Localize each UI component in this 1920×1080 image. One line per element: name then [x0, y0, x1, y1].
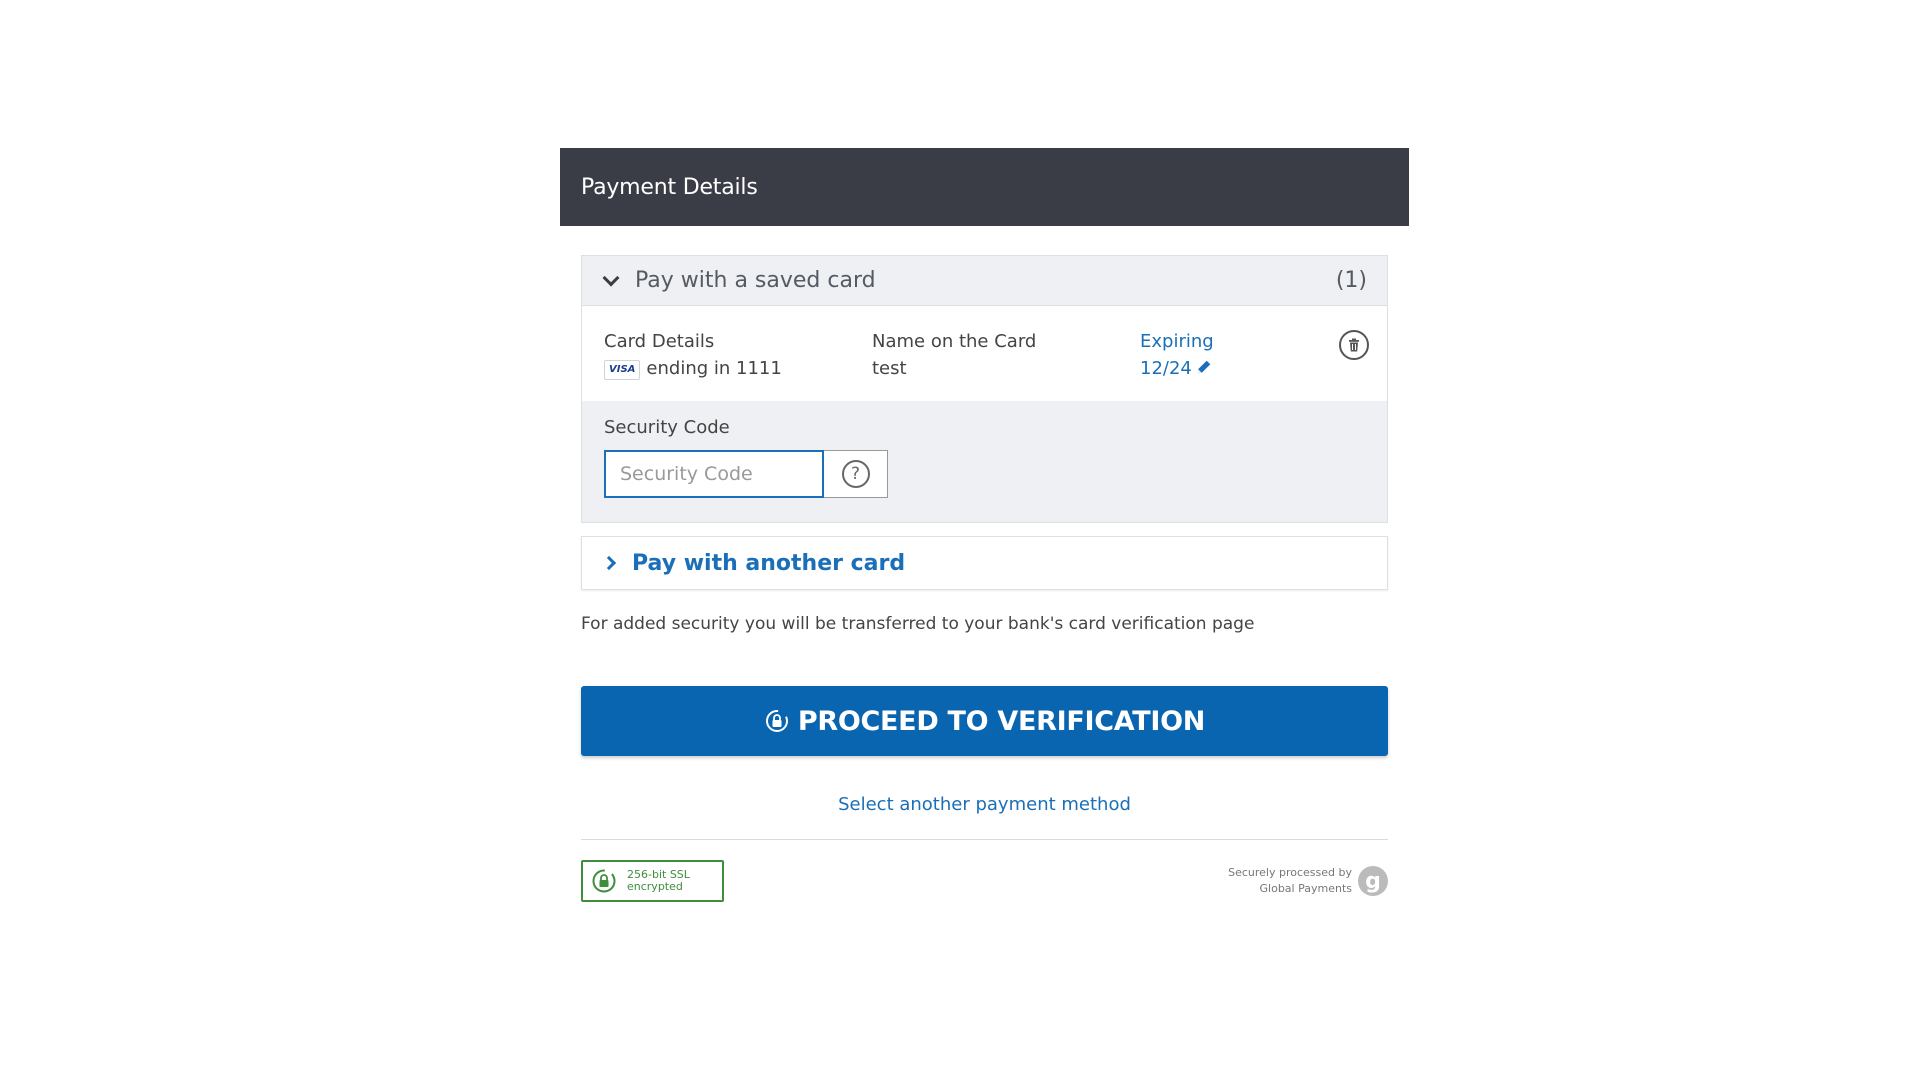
payment-panel: Payment Details Pay with a saved card (1… [560, 148, 1409, 902]
security-info-text: For added security you will be transferr… [581, 614, 1255, 634]
lock-icon [765, 710, 788, 732]
card-details-column: Card Details VISA ending in 1111 [604, 328, 782, 382]
saved-card-count: (1) [1335, 268, 1367, 293]
saved-card-row[interactable]: Card Details VISA ending in 1111 Name on … [582, 306, 1387, 401]
saved-card-toggle[interactable]: Pay with a saved card (1) [582, 256, 1387, 306]
delete-card-button[interactable] [1339, 330, 1369, 360]
card-name-column: Name on the Card test [872, 328, 1036, 382]
expiring-value: 12/24 [1140, 358, 1192, 379]
security-code-help-button[interactable]: ? [824, 450, 888, 498]
card-name-value: test [872, 358, 907, 379]
pencil-icon[interactable] [1195, 358, 1213, 376]
ssl-badge: 256-bit SSL encrypted [581, 860, 724, 902]
card-name-label: Name on the Card [872, 331, 1037, 352]
proceed-button-label: PROCEED TO VERIFICATION [797, 705, 1206, 737]
pay-another-card-label: Pay with another card [632, 550, 906, 576]
global-payments-block: Securely processed by Global Payments g [1228, 865, 1388, 897]
help-icon: ? [841, 460, 870, 488]
expiring-label: Expiring [1140, 331, 1214, 352]
global-payments-logo-icon: g [1358, 866, 1388, 896]
lock-icon [592, 869, 616, 893]
saved-card-section: Pay with a saved card (1) Card Details V… [581, 255, 1388, 523]
panel-body: Pay with a saved card (1) Card Details V… [560, 255, 1409, 902]
security-code-section: Security Code ? [582, 401, 1387, 522]
pay-another-card-toggle[interactable]: Pay with another card [581, 536, 1388, 590]
panel-header: Payment Details [560, 148, 1409, 226]
trash-icon [1349, 338, 1359, 352]
select-another-payment-link[interactable]: Select another payment method [581, 794, 1388, 815]
proceed-button[interactable]: PROCEED TO VERIFICATION [581, 686, 1388, 756]
saved-card-title: Pay with a saved card [635, 268, 876, 293]
chevron-down-icon [602, 269, 620, 286]
card-ending: ending in 1111 [646, 358, 782, 379]
security-code-row: ? [604, 450, 1365, 498]
card-expiry-column[interactable]: Expiring 12/24 [1140, 328, 1214, 382]
page-title: Payment Details [581, 174, 758, 200]
ssl-line-2: encrypted [627, 880, 683, 893]
security-code-label: Security Code [604, 417, 730, 438]
processed-by-line-1: Securely processed by [1228, 866, 1352, 879]
security-code-input[interactable] [604, 450, 824, 498]
visa-icon: VISA [604, 360, 641, 380]
chevron-right-icon [601, 555, 617, 571]
processed-by-line-2: Global Payments [1259, 882, 1352, 895]
footer-divider [581, 839, 1388, 840]
card-details-label: Card Details [604, 331, 715, 352]
footer: 256-bit SSL encrypted Securely processed… [581, 860, 1388, 902]
